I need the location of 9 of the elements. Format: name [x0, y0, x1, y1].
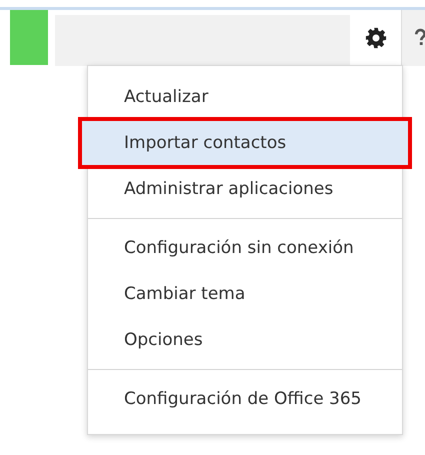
menu-item[interactable]: Configuración sin conexión: [88, 225, 402, 271]
menu-item[interactable]: Configuración de Office 365: [88, 376, 402, 422]
menu-item[interactable]: Administrar aplicaciones: [88, 166, 402, 212]
menu-item[interactable]: Importar contactos: [81, 120, 409, 166]
menu-item[interactable]: Opciones: [88, 317, 402, 363]
menu-item[interactable]: Cambiar tema: [88, 271, 402, 317]
menu-item[interactable]: Actualizar: [88, 74, 402, 120]
settings-icon[interactable]: [364, 27, 386, 49]
app-tile: [10, 10, 48, 65]
